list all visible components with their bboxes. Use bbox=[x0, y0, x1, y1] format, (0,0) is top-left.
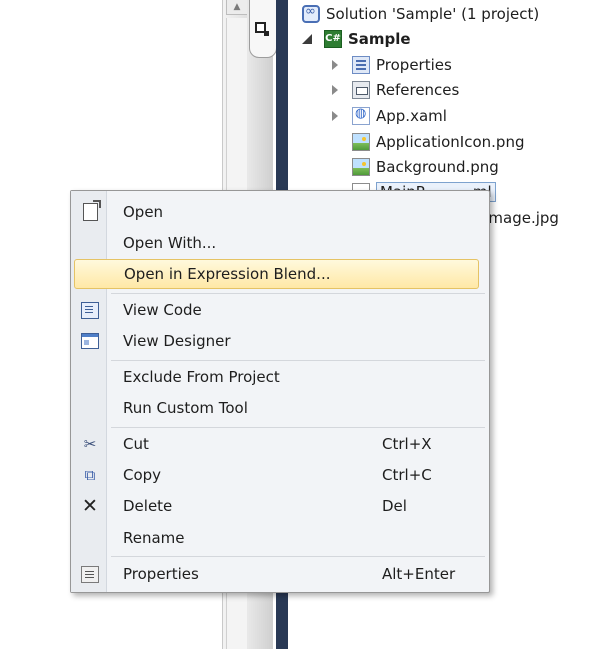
solution-icon bbox=[302, 4, 320, 23]
menu-item-shortcut: Ctrl+X bbox=[382, 435, 432, 453]
menu-item-exclude-from-project[interactable]: Exclude From Project bbox=[71, 362, 489, 392]
menu-item-copy[interactable]: ⧉ Copy Ctrl+C bbox=[71, 460, 489, 490]
expand-arrow-icon[interactable] bbox=[332, 111, 338, 121]
view-designer-icon bbox=[81, 332, 99, 350]
csharp-project-icon: C# bbox=[324, 30, 342, 48]
menu-item-delete[interactable]: ✕ Delete Del bbox=[71, 491, 489, 521]
tree-project[interactable]: C# Sample bbox=[302, 27, 411, 51]
menu-item-label: Properties bbox=[123, 565, 199, 583]
expand-arrow-icon[interactable] bbox=[332, 60, 338, 70]
menu-separator bbox=[111, 360, 485, 361]
menu-item-label: Open With... bbox=[123, 234, 217, 252]
tree-item-label: App.xaml bbox=[376, 107, 447, 125]
view-code-icon bbox=[81, 301, 99, 319]
references-icon bbox=[352, 81, 370, 99]
tree-item-app-xaml[interactable]: App.xaml bbox=[332, 104, 447, 128]
menu-item-shortcut: Alt+Enter bbox=[382, 565, 456, 583]
menu-item-label: View Code bbox=[123, 301, 202, 319]
menu-item-shortcut: Ctrl+C bbox=[382, 466, 432, 484]
menu-item-shortcut: Del bbox=[382, 497, 407, 515]
menu-item-view-designer[interactable]: View Designer bbox=[71, 326, 489, 356]
xaml-icon bbox=[352, 106, 370, 125]
open-icon bbox=[81, 200, 101, 221]
delete-icon: ✕ bbox=[82, 495, 98, 517]
menu-separator bbox=[111, 427, 485, 428]
menu-item-label: Exclude From Project bbox=[123, 368, 280, 386]
menu-item-label: Open bbox=[123, 203, 164, 221]
menu-item-label: Open in Expression Blend... bbox=[124, 265, 331, 283]
window-position-icon[interactable] bbox=[255, 22, 269, 36]
menu-item-label: Copy bbox=[123, 466, 162, 484]
menu-item-label: Run Custom Tool bbox=[123, 399, 248, 417]
image-icon bbox=[352, 158, 370, 176]
menu-item-properties[interactable]: Properties Alt+Enter bbox=[71, 559, 489, 589]
menu-item-label: View Designer bbox=[123, 332, 231, 350]
properties-icon bbox=[352, 56, 370, 74]
copy-icon: ⧉ bbox=[84, 466, 96, 484]
menu-item-rename[interactable]: Rename bbox=[71, 523, 489, 553]
menu-item-run-custom-tool[interactable]: Run Custom Tool bbox=[71, 393, 489, 423]
collapse-arrow-icon[interactable] bbox=[302, 34, 312, 44]
menu-separator bbox=[111, 293, 485, 294]
expand-arrow-icon[interactable] bbox=[332, 85, 338, 95]
menu-item-cut[interactable]: ✂ Cut Ctrl+X bbox=[71, 429, 489, 459]
menu-item-label: Delete bbox=[123, 497, 173, 515]
tree-project-label: Sample bbox=[348, 30, 411, 48]
tree-item-label: Properties bbox=[376, 56, 452, 74]
menu-item-view-code[interactable]: View Code bbox=[71, 295, 489, 325]
tree-item-label-suffix: Image.jpg bbox=[484, 209, 559, 227]
tree-item-label: References bbox=[376, 81, 460, 99]
tree-item-splash-partial[interactable]: Image.jpg bbox=[484, 206, 559, 230]
tree-item-label: Background.png bbox=[376, 158, 499, 176]
menu-item-label: Rename bbox=[123, 529, 185, 547]
menu-item-label: Cut bbox=[123, 435, 149, 453]
tree-solution-label: Solution 'Sample' (1 project) bbox=[326, 5, 540, 23]
image-icon bbox=[352, 133, 370, 151]
menu-item-open[interactable]: Open bbox=[71, 197, 489, 227]
properties-icon bbox=[81, 565, 99, 583]
tree-item-properties[interactable]: Properties bbox=[332, 53, 452, 77]
tree-item-background[interactable]: Background.png bbox=[352, 155, 499, 179]
tree-solution[interactable]: Solution 'Sample' (1 project) bbox=[302, 2, 539, 26]
context-menu: Open Open With... Open in Expression Ble… bbox=[70, 190, 490, 593]
scroll-up-arrow-icon[interactable]: ▲ bbox=[226, 0, 248, 15]
tree-item-label: ApplicationIcon.png bbox=[376, 133, 525, 151]
menu-item-open-with[interactable]: Open With... bbox=[71, 228, 489, 258]
cut-icon: ✂ bbox=[83, 435, 97, 453]
tree-item-application-icon[interactable]: ApplicationIcon.png bbox=[352, 130, 524, 154]
tree-item-references[interactable]: References bbox=[332, 78, 459, 102]
menu-item-open-in-expression-blend[interactable]: Open in Expression Blend... bbox=[74, 259, 479, 289]
menu-separator bbox=[111, 556, 485, 557]
